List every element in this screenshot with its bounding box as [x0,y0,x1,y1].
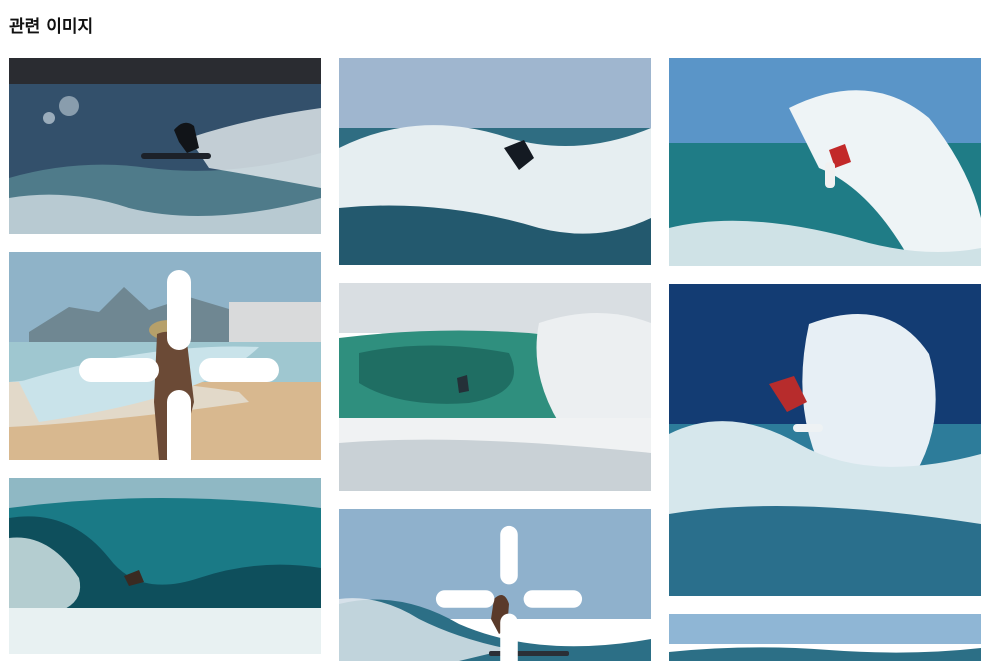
image-surfer-big-spray[interactable] [339,58,651,265]
image-surfer-inside-green-tube[interactable] [339,283,651,491]
image-beach-woman-surfboard[interactable] [9,252,321,460]
image-surfer-red-top-turquoise[interactable] [669,58,981,266]
image-surfer-red-deep-blue-spray[interactable] [669,284,981,596]
image-woman-surfer-longboard[interactable] [339,509,651,661]
sparkle-badge-icon [79,270,279,460]
image-barrel-wave-surfer[interactable] [9,478,321,654]
image-wave-partial[interactable] [669,614,981,661]
image-surfer-dark-silhouette[interactable] [9,58,321,234]
sparkle-badge-icon [435,525,583,661]
section-title: 관련 이미지 [9,17,94,37]
